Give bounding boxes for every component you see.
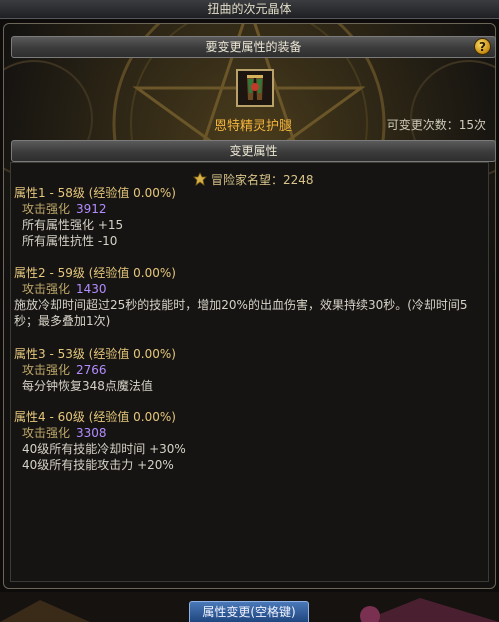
attribute-3: 属性3 - 53级 (经验值 0.00%) 攻击强化 2766 每分钟恢复348点… <box>14 346 176 394</box>
reputation: 冒险家名望：2248 <box>193 171 314 188</box>
attack-enhance-line: 攻击强化 3308 <box>14 425 186 441</box>
attack-enhance-label: 攻击强化 <box>22 426 71 440</box>
attribute-4: 属性4 - 60级 (经验值 0.00%) 攻击强化 3308 40级所有技能冷却… <box>14 409 186 473</box>
attack-enhance-label: 攻击强化 <box>22 202 71 216</box>
attribute-line: 40级所有技能冷却时间 +30% <box>22 442 186 456</box>
attack-enhance-value: 2766 <box>76 363 107 377</box>
attribute-1: 属性1 - 58级 (经验值 0.00%) 攻击强化 3912 所有属性强化 +1… <box>14 185 176 249</box>
attack-enhance-value: 3912 <box>76 202 107 216</box>
equipment-name: 恩特精灵护腿 <box>214 119 293 134</box>
attribute-title: 属性4 - 60级 (经验值 0.00%) <box>14 410 176 424</box>
attr-section-header: 变更属性 <box>11 140 496 162</box>
equip-section-header: 要变更属性的装备 ? <box>11 36 496 58</box>
window-title: 扭曲的次元晶体 <box>0 0 499 19</box>
adventurer-fame-icon <box>193 172 207 186</box>
attribute-line: 每分钟恢复348点魔法值 <box>22 379 153 393</box>
attribute-2: 属性2 - 59级 (经验值 0.00%) 攻击强化 1430 施放冷却时间超过2… <box>14 265 484 329</box>
attack-enhance-value: 1430 <box>76 282 107 296</box>
attribute-title: 属性3 - 53级 (经验值 0.00%) <box>14 347 176 361</box>
attribute-line: 40级所有技能攻击力 +20% <box>22 458 174 472</box>
attribute-line: 所有属性抗性 -10 <box>22 234 118 248</box>
attribute-title: 属性1 - 58级 (经验值 0.00%) <box>14 186 176 200</box>
change-attribute-button[interactable]: 属性变更(空格键) <box>189 601 309 622</box>
leg-armor-icon[interactable] <box>236 69 274 107</box>
equip-section-title: 要变更属性的装备 <box>205 40 302 54</box>
attack-enhance-label: 攻击强化 <box>22 282 71 296</box>
attack-enhance-line: 攻击强化 3912 <box>14 201 176 217</box>
help-button[interactable]: ? <box>474 38 491 55</box>
change-count: 可变更次数：15次 <box>386 118 486 132</box>
attack-enhance-value: 3308 <box>76 426 107 440</box>
attribute-description: 施放冷却时间超过25秒的技能时，增加20%的出血伤害，效果持续30秒。(冷却时间… <box>14 298 468 328</box>
attribute-title: 属性2 - 59级 (经验值 0.00%) <box>14 266 176 280</box>
attack-enhance-line: 攻击强化 2766 <box>14 362 176 378</box>
attribute-line: 所有属性强化 +15 <box>22 218 124 232</box>
reputation-label: 冒险家名望：2248 <box>211 173 314 187</box>
attack-enhance-line: 攻击强化 1430 <box>14 281 484 297</box>
attack-enhance-label: 攻击强化 <box>22 363 71 377</box>
attr-section-title: 变更属性 <box>229 144 278 158</box>
